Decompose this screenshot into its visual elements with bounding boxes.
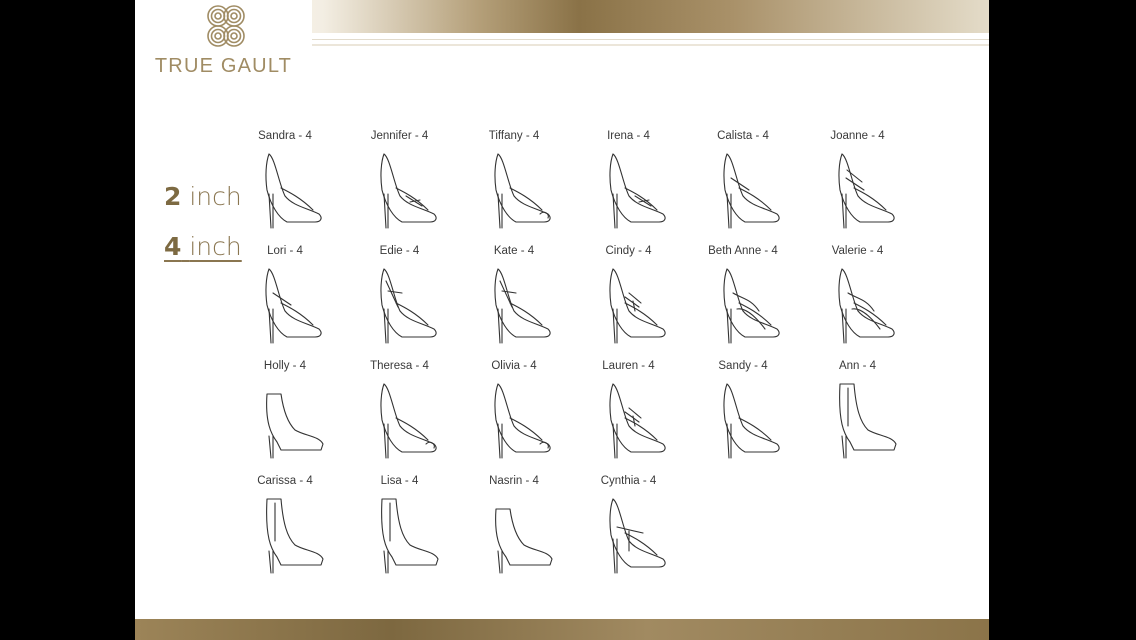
shoe-sketch xyxy=(494,268,551,344)
shoe-sketch xyxy=(723,153,780,229)
shoe-card[interactable]: Beth Anne - 4 xyxy=(693,245,793,355)
shoe-card[interactable]: Lauren - 4 xyxy=(579,360,679,470)
shoe-name: Carissa - 4 xyxy=(257,475,313,487)
shoe-card[interactable]: Nasrin - 4 xyxy=(464,475,564,585)
shoe-sketch xyxy=(495,508,553,574)
shoe-name: Cynthia - 4 xyxy=(600,475,657,487)
shoe-card[interactable]: Cynthia - 4 xyxy=(579,475,679,585)
shoe-sketch xyxy=(838,383,897,459)
shoe-name: Ann - 4 xyxy=(838,360,877,372)
logo-monogram-icon xyxy=(207,5,245,47)
shoe-sketch xyxy=(266,393,324,459)
shoe-sketch xyxy=(494,383,551,459)
shoe-card[interactable]: Theresa - 4 xyxy=(350,360,450,470)
shoe-name: Valerie - 4 xyxy=(831,245,884,257)
shoe-name: Sandy - 4 xyxy=(718,360,768,372)
heel-option-2-inch[interactable]: 2 inch xyxy=(164,182,242,211)
brand-name: TRUE GAULT xyxy=(154,55,293,77)
shoe-sketch xyxy=(608,268,666,344)
shoe-card[interactable]: Jennifer - 4 xyxy=(350,130,450,240)
shoe-card[interactable]: Cindy - 4 xyxy=(579,245,679,355)
shoe-card[interactable]: Calista - 4 xyxy=(693,130,793,240)
shoe-name: Kate - 4 xyxy=(493,245,535,257)
shoe-card[interactable]: Olivia - 4 xyxy=(464,360,564,470)
shoe-name: Nasrin - 4 xyxy=(489,475,539,487)
heel-value: 4 xyxy=(164,232,182,261)
shoe-card[interactable]: Ann - 4 xyxy=(808,360,908,470)
bottom-gold-band xyxy=(135,619,989,640)
shoe-sketch xyxy=(608,498,666,574)
shoe-card[interactable]: Carissa - 4 xyxy=(235,475,335,585)
shoe-name: Olivia - 4 xyxy=(491,360,537,372)
shoe-name: Irena - 4 xyxy=(607,130,650,142)
shoe-sketch xyxy=(266,498,324,574)
shoe-sketch xyxy=(837,268,895,344)
shoe-sketch xyxy=(379,383,437,459)
shoe-name: Calista - 4 xyxy=(717,130,769,142)
shoe-card[interactable]: Holly - 4 xyxy=(235,360,335,470)
shoe-name: Lauren - 4 xyxy=(602,360,655,372)
shoe-sketch xyxy=(723,383,780,459)
shoe-name: Theresa - 4 xyxy=(370,360,429,372)
shoe-name: Sandra - 4 xyxy=(258,130,312,142)
shoe-name: Jennifer - 4 xyxy=(370,130,429,142)
shoe-name: Lisa - 4 xyxy=(380,475,419,487)
brand-logo: TRUE GAULT xyxy=(135,0,312,93)
shoe-sketch xyxy=(380,498,439,574)
shoe-card[interactable]: Lori - 4 xyxy=(235,245,335,355)
shoe-name: Joanne - 4 xyxy=(830,130,885,142)
shoe-name: Beth Anne - 4 xyxy=(708,245,778,257)
shoe-sketch xyxy=(494,153,551,229)
shoe-sketch xyxy=(265,153,322,229)
shoe-name: Edie - 4 xyxy=(379,245,420,257)
slide: TRUE GAULT 2 inch 4 inch Sandra - 4 Jenni… xyxy=(135,0,989,640)
shoe-name: Tiffany - 4 xyxy=(488,130,540,142)
shoe-sketch xyxy=(379,153,437,229)
shoe-name: Holly - 4 xyxy=(263,360,307,372)
shoe-name: Cindy - 4 xyxy=(605,245,652,257)
shoe-name: Lori - 4 xyxy=(267,245,303,257)
shoe-sketch xyxy=(379,268,437,344)
heel-unit: inch xyxy=(189,182,242,211)
shoe-card[interactable]: Sandra - 4 xyxy=(235,130,335,240)
heel-value: 2 xyxy=(164,182,182,211)
shoe-sketch xyxy=(265,268,322,344)
shoe-card[interactable]: Valerie - 4 xyxy=(808,245,908,355)
shoe-sketch xyxy=(837,153,895,229)
shoe-card[interactable]: Tiffany - 4 xyxy=(464,130,564,240)
shoe-sketch xyxy=(723,268,780,344)
heel-unit: inch xyxy=(189,232,242,261)
shoe-sketch xyxy=(608,153,666,229)
shoe-card[interactable]: Irena - 4 xyxy=(579,130,679,240)
heel-option-4-inch[interactable]: 4 inch xyxy=(164,232,242,261)
shoe-card[interactable]: Sandy - 4 xyxy=(693,360,793,470)
shoe-card[interactable]: Edie - 4 xyxy=(350,245,450,355)
shoe-card[interactable]: Lisa - 4 xyxy=(350,475,450,585)
shoe-card[interactable]: Kate - 4 xyxy=(464,245,564,355)
shoe-sketch xyxy=(608,383,666,459)
shoe-card[interactable]: Joanne - 4 xyxy=(808,130,908,240)
